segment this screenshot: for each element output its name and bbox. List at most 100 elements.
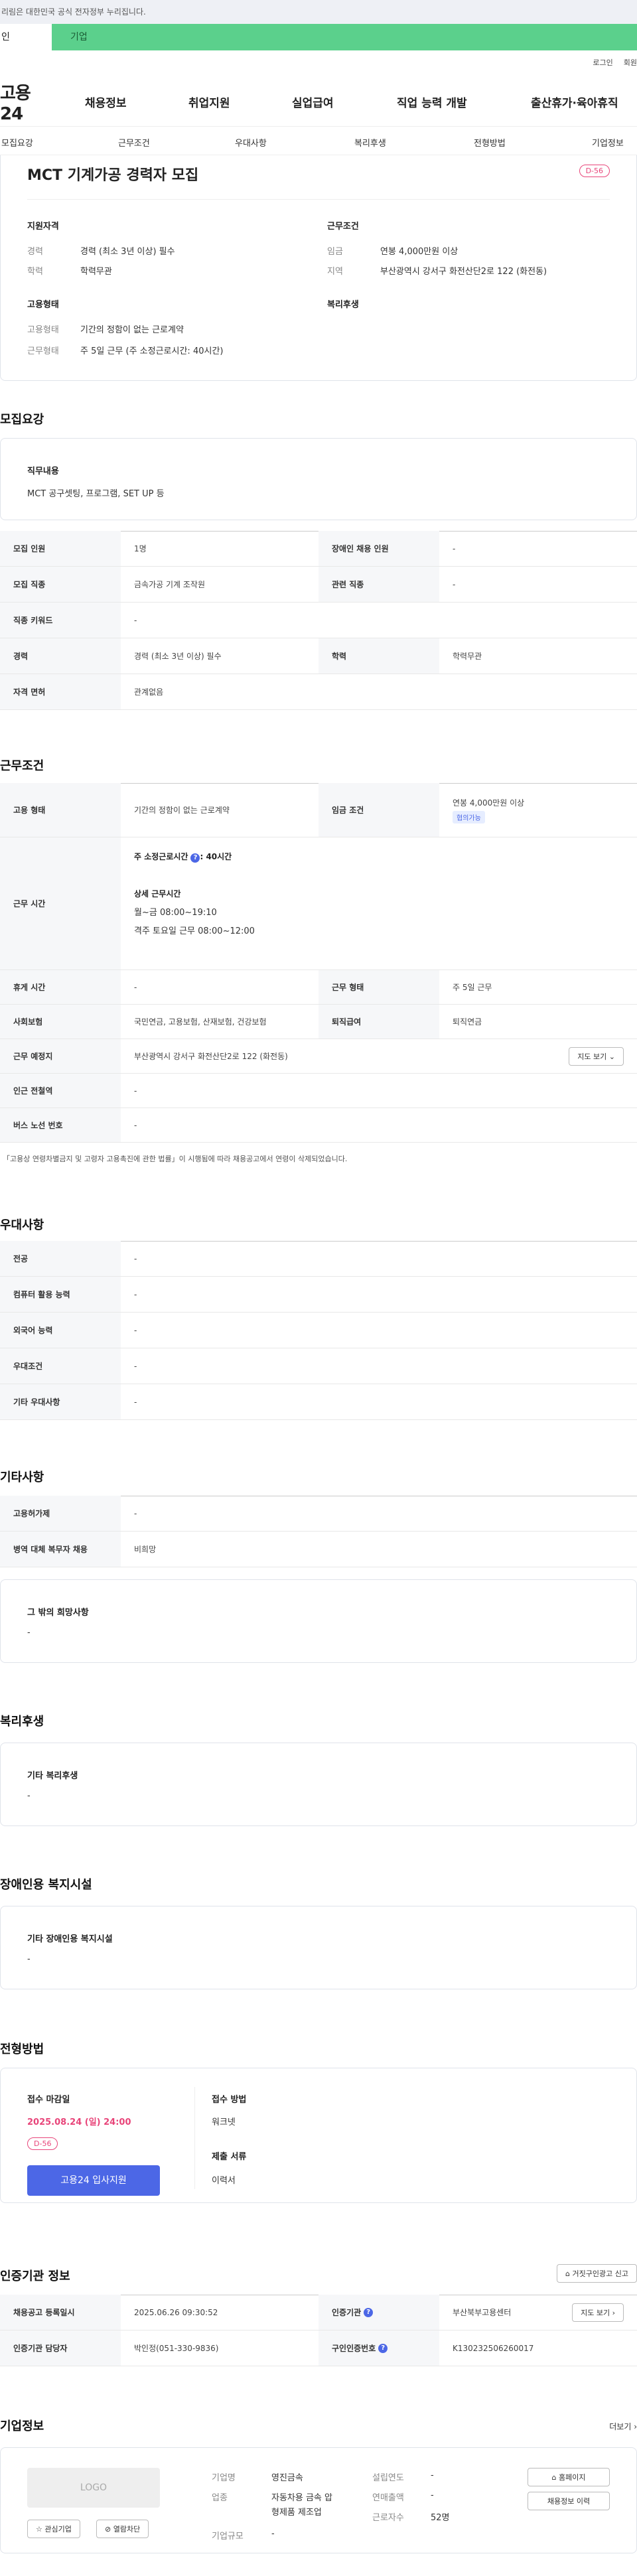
subnav-company[interactable]: 기업정보 — [592, 136, 624, 149]
cond-label: 임금 — [327, 247, 343, 257]
tab-company[interactable]: 기업 — [52, 24, 88, 50]
homepage-button[interactable]: ⌂ 홈페이지 — [528, 2468, 610, 2486]
gov-notice-text: 리림은 대한민국 공식 전자정부 누리집니다. — [1, 7, 146, 17]
company-value: 형제품 제조업 — [271, 2508, 322, 2518]
report-button[interactable]: ⌂ 거짓구인광고 신고 — [557, 2264, 637, 2283]
row-value: K130232506260017 — [453, 2343, 534, 2353]
row-label: 인근 전철역 — [0, 1074, 121, 1108]
dday-badge: D-56 — [579, 165, 610, 177]
home-icon: ⌂ — [551, 2473, 557, 2482]
row-label: 학력 — [318, 638, 439, 674]
other-value: - — [27, 1628, 31, 1638]
row-label: 퇴직급여 — [318, 1005, 439, 1038]
subnav-welfare[interactable]: 복리후생 — [354, 136, 386, 149]
cond-label: 지역 — [327, 267, 343, 277]
welfare-section-heading: 복리후생 — [0, 1715, 44, 1729]
welfare-label: 기타 복리후생 — [27, 1771, 78, 1781]
method-value: 워크넷 — [212, 2117, 236, 2127]
row-value: 박인정(051-330-9836) — [134, 2344, 219, 2353]
table-row: 컴퓨터 활용 능력 - — [0, 1277, 637, 1313]
company-card: LOGO ☆ 관심기업 ⊘ 열람차단 기업명 영진금속 업종 자동차용 금속 압… — [0, 2447, 637, 2553]
help-icon[interactable]: ? — [190, 853, 200, 863]
table-row: 경력 경력 (최소 3년 이상) 필수 학력 학력무관 — [0, 638, 637, 674]
row-label: 고용허가제 — [0, 1496, 121, 1531]
company-label: 설립연도 — [372, 2473, 404, 2483]
table-row: 외국어 능력 - — [0, 1313, 637, 1348]
deadline-value: 2025.08.24 (일) 24:00 — [27, 2117, 131, 2127]
subnav-pref[interactable]: 우대사항 — [235, 136, 267, 149]
row-label: 휴게 시간 — [0, 970, 121, 1004]
apply-heading: 전형방법 — [0, 2042, 44, 2056]
more-link[interactable]: 더보기 › — [609, 2421, 637, 2432]
row-value: - — [134, 982, 137, 992]
gnb-item-leave[interactable]: 출산휴가·육아휴직 — [531, 94, 618, 110]
gnb-item-jobs[interactable]: 채용정보 — [85, 94, 127, 110]
job-title: MCT 기계가공 경력자 모집 — [27, 167, 199, 184]
company-value: - — [431, 2490, 434, 2500]
row-value: 비희망 — [134, 1545, 157, 1554]
hours-detail-title: 상세 근무시간 — [134, 889, 181, 898]
row-value: - — [134, 1508, 137, 1518]
help-icon[interactable]: ? — [364, 2307, 374, 2317]
disabled-heading: 장애인용 복지시설 — [0, 1878, 92, 1892]
cert-heading: 인증기관 정보 — [0, 2269, 70, 2283]
row-label: 장애인 채용 인원 — [318, 531, 439, 566]
row-value: 국민연금, 고용보험, 산재보험, 건강보험 — [134, 1017, 267, 1027]
row-value: 주 5일 근무 — [453, 983, 492, 992]
row-value: 경력 (최소 3년 이상) 필수 — [134, 652, 222, 661]
row-value: - — [134, 1253, 137, 1263]
table-row: 병역 대체 복무자 채용 비희망 — [0, 1532, 637, 1567]
qual-value: 학력무관 — [80, 267, 112, 277]
favorite-company-button[interactable]: ☆ 관심기업 — [27, 2520, 80, 2538]
chevron-right-icon: › — [634, 2422, 637, 2431]
row-value: 1명 — [134, 544, 147, 553]
global-nav: 고용24 채용정보 취업지원 실업급여 직업 능력 개발 출산휴가·육아휴직 — [0, 84, 637, 124]
apply-card: 접수 마감일 2025.08.24 (일) 24:00 D-56 고용24 입사… — [0, 2068, 637, 2203]
row-value: 학력무관 — [453, 652, 482, 661]
company-value: 영진금속 — [271, 2473, 303, 2483]
row-value: 부산광역시 강서구 화전산단2로 122 (화전동) — [134, 1052, 288, 1061]
login-link[interactable]: 로그인 — [593, 58, 612, 67]
table-row: 근무 시간 주 소정근로시간?: 40시간 상세 근무시간 월~금 08:00~… — [0, 837, 637, 970]
pref-heading: 우대사항 — [0, 1218, 44, 1232]
gnb-item-employment[interactable]: 취업지원 — [188, 94, 230, 110]
star-icon: ☆ — [36, 2525, 42, 2534]
row-value: - — [134, 1086, 137, 1096]
qual-label: 학력 — [27, 267, 43, 277]
table-row: 휴게 시간 - 근무 형태 주 5일 근무 — [0, 970, 637, 1005]
subnav-work[interactable]: 근무조건 — [118, 136, 150, 149]
top-links: 로그인 회원 — [582, 57, 637, 68]
row-label: 전공 — [0, 1241, 121, 1276]
row-value: - — [453, 543, 456, 553]
cert-map-button[interactable]: 지도 보기 › — [572, 2303, 624, 2322]
apply-button[interactable]: 고용24 입사지원 — [27, 2165, 160, 2196]
gnb-item-unemployment[interactable]: 실업급여 — [292, 94, 334, 110]
emp-value: 주 5일 근무 (주 소정근로시간: 40시간) — [80, 346, 224, 356]
gnb-item-skills[interactable]: 직업 능력 개발 — [397, 94, 467, 110]
subnav-apply[interactable]: 전형방법 — [474, 136, 506, 149]
emp-label: 근무형태 — [27, 346, 59, 356]
signup-link[interactable]: 회원 — [624, 58, 637, 67]
table-row: 직종 키워드 - — [0, 603, 637, 638]
row-label: 버스 노선 번호 — [0, 1108, 121, 1142]
job-history-button[interactable]: 채용정보 이력 — [528, 2492, 610, 2510]
block-company-button[interactable]: ⊘ 열람차단 — [96, 2520, 149, 2538]
table-row: 버스 노선 번호 - — [0, 1108, 637, 1143]
site-logo[interactable]: 고용24 — [0, 80, 53, 124]
tab-individual[interactable]: 인 — [0, 24, 52, 50]
chevron-down-icon: ⌄ — [608, 1052, 615, 1061]
row-label: 근무 예정지 — [0, 1039, 121, 1073]
emp-value: 기간의 정함이 없는 근로계약 — [80, 325, 184, 335]
summary-card: MCT 기계가공 경력자 모집 D-56 지원자격 근무조건 경력 경력 (최소… — [0, 155, 637, 381]
company-logo: LOGO — [27, 2468, 160, 2508]
map-view-button[interactable]: 지도 보기 ⌄ — [569, 1047, 624, 1066]
row-label: 채용공고 등록일시 — [0, 2295, 121, 2330]
row-value: 기간의 정함이 없는 근로계약 — [134, 806, 230, 815]
help-icon[interactable]: ? — [378, 2343, 388, 2353]
block-icon: ⊘ — [105, 2525, 111, 2534]
welfare-value: - — [27, 1791, 31, 1801]
subnav-recruit[interactable]: 모집요강 — [1, 136, 33, 149]
company-label: 근로자수 — [372, 2513, 404, 2523]
disabled-label: 기타 장애인용 복지시설 — [27, 1934, 113, 1944]
cond-value: 연봉 4,000만원 이상 — [380, 247, 459, 257]
